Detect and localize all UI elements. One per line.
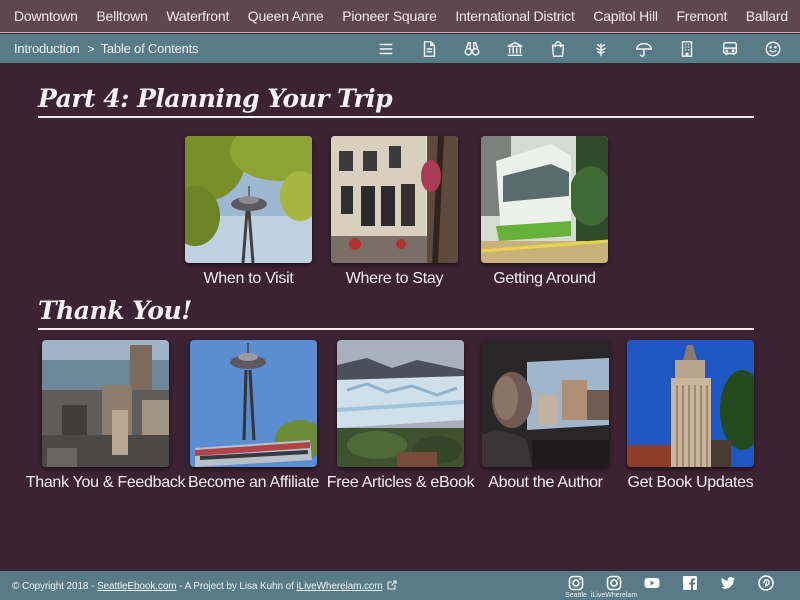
tile-free-articles-ebook[interactable]: Free Articles & eBook: [327, 340, 475, 491]
bus-icon[interactable]: [708, 34, 751, 63]
nav-link-downtown[interactable]: Downtown: [14, 8, 78, 24]
shopping-bag-icon[interactable]: [536, 34, 579, 63]
neighborhood-nav: Downtown Belltown Waterfront Queen Anne …: [0, 0, 800, 33]
leaf-icon[interactable]: [579, 34, 622, 63]
tile-get-book-updates[interactable]: Get Book Updates: [627, 340, 754, 491]
instagram-icon[interactable]: [606, 575, 622, 591]
tile-caption[interactable]: Become an Affiliate: [188, 474, 319, 492]
tile-caption[interactable]: Free Articles & eBook: [327, 474, 475, 492]
nav-link-ballard[interactable]: Ballard: [746, 8, 788, 24]
menu-icon[interactable]: [364, 34, 407, 63]
footer-bar: © Copyright 2018 - SeattleEbook.com - A …: [0, 571, 800, 600]
footer-copyright: © Copyright 2018 - SeattleEbook.com - A …: [12, 579, 397, 592]
nav-link-queen-anne[interactable]: Queen Anne: [248, 8, 324, 24]
social-label: Seattle: [565, 592, 587, 599]
tile-caption[interactable]: About the Author: [488, 474, 603, 492]
tile-thank-you-feedback[interactable]: Thank You & Feedback: [26, 340, 186, 491]
umbrella-icon[interactable]: [622, 34, 665, 63]
nav-link-waterfront[interactable]: Waterfront: [166, 8, 229, 24]
youtube-icon[interactable]: [644, 575, 660, 591]
copyright-text: © Copyright 2018 -: [12, 580, 97, 592]
external-link-icon: [387, 579, 397, 590]
social-facebook[interactable]: [671, 571, 709, 600]
section-divider: [38, 328, 754, 330]
document-icon[interactable]: [407, 34, 450, 63]
tile-caption[interactable]: Getting Around: [493, 270, 596, 288]
section-icon-bar: [364, 34, 794, 63]
nav-link-fremont[interactable]: Fremont: [676, 8, 727, 24]
social-twitter[interactable]: [709, 571, 747, 600]
tile-caption[interactable]: Thank You & Feedback: [26, 474, 186, 492]
glacier-photo[interactable]: [337, 340, 464, 467]
smiley-icon[interactable]: [751, 34, 794, 63]
nav-link-pioneer-square[interactable]: Pioneer Square: [342, 8, 437, 24]
project-credit-text: - A Project by Lisa Kuhn of: [176, 580, 297, 592]
space-needle-trees-photo[interactable]: [185, 136, 312, 263]
social-links: Seattle iLiveWherelam: [557, 571, 785, 600]
breadcrumb-bar: Introduction > Table of Contents: [0, 34, 800, 63]
tile-about-the-author[interactable]: About the Author: [482, 340, 609, 491]
space-needle-monorail-photo[interactable]: [190, 340, 317, 467]
breadcrumb-separator: >: [87, 41, 95, 56]
facebook-icon[interactable]: [682, 575, 698, 591]
nav-link-belltown[interactable]: Belltown: [96, 8, 148, 24]
section-divider: [38, 116, 754, 118]
breadcrumb-introduction[interactable]: Introduction: [14, 41, 80, 56]
pinterest-icon[interactable]: [758, 575, 774, 591]
author-site-link[interactable]: iLiveWherelam.com: [296, 581, 382, 592]
city-waterfront-photo[interactable]: [42, 340, 169, 467]
tile-caption[interactable]: When to Visit: [203, 270, 293, 288]
social-pinterest[interactable]: [747, 571, 785, 600]
social-label: iLiveWherelam: [590, 592, 638, 599]
tile-getting-around[interactable]: Getting Around: [481, 136, 608, 287]
nav-link-capitol-hill[interactable]: Capitol Hill: [593, 8, 658, 24]
social-instagram-ilivewherelam[interactable]: iLiveWherelam: [591, 571, 637, 600]
hotel-building-photo[interactable]: [331, 136, 458, 263]
tile-caption[interactable]: Where to Stay: [346, 270, 444, 288]
streetcar-photo[interactable]: [481, 136, 608, 263]
breadcrumb-table-of-contents[interactable]: Table of Contents: [101, 41, 199, 56]
twitter-icon[interactable]: [720, 575, 736, 591]
section-title-thank-you: Thank You!: [38, 296, 192, 325]
tile-caption[interactable]: Get Book Updates: [628, 474, 754, 492]
social-youtube[interactable]: [633, 571, 671, 600]
museum-icon[interactable]: [493, 34, 536, 63]
instagram-icon[interactable]: [568, 575, 584, 591]
social-instagram-seattle[interactable]: Seattle: [557, 571, 595, 600]
site-link[interactable]: SeattleEbook.com: [97, 581, 177, 592]
binoculars-icon[interactable]: [450, 34, 493, 63]
tile-when-to-visit[interactable]: When to Visit: [185, 136, 312, 287]
nav-link-international-district[interactable]: International District: [455, 8, 575, 24]
tile-where-to-stay[interactable]: Where to Stay: [331, 136, 458, 287]
tile-become-an-affiliate[interactable]: Become an Affiliate: [188, 340, 319, 491]
smith-tower-photo[interactable]: [627, 340, 754, 467]
section-title-planning: Part 4: Planning Your Trip: [38, 84, 393, 113]
building-icon[interactable]: [665, 34, 708, 63]
author-in-car-photo[interactable]: [482, 340, 609, 467]
